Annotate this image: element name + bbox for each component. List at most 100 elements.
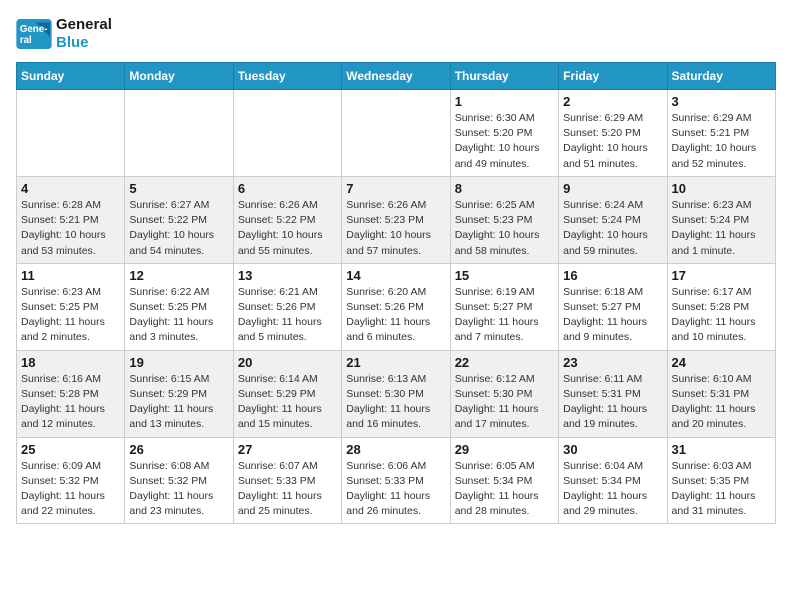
day-cell: 15 Sunrise: 6:19 AMSunset: 5:27 PMDayligh…: [450, 263, 558, 350]
day-number: 23: [563, 355, 662, 370]
day-number: 4: [21, 181, 120, 196]
day-cell: 16 Sunrise: 6:18 AMSunset: 5:27 PMDayligh…: [559, 263, 667, 350]
header-sunday: Sunday: [17, 63, 125, 90]
day-info: Sunrise: 6:15 AMSunset: 5:29 PMDaylight:…: [129, 372, 228, 433]
day-info: Sunrise: 6:09 AMSunset: 5:32 PMDaylight:…: [21, 459, 120, 520]
day-info: Sunrise: 6:29 AMSunset: 5:21 PMDaylight:…: [672, 111, 771, 172]
day-number: 25: [21, 442, 120, 457]
day-number: 14: [346, 268, 445, 283]
day-info: Sunrise: 6:19 AMSunset: 5:27 PMDaylight:…: [455, 285, 554, 346]
day-number: 24: [672, 355, 771, 370]
week-row-3: 18 Sunrise: 6:16 AMSunset: 5:28 PMDayligh…: [17, 350, 776, 437]
day-number: 18: [21, 355, 120, 370]
day-cell: [342, 90, 450, 177]
day-info: Sunrise: 6:16 AMSunset: 5:28 PMDaylight:…: [21, 372, 120, 433]
day-info: Sunrise: 6:21 AMSunset: 5:26 PMDaylight:…: [238, 285, 337, 346]
day-info: Sunrise: 6:11 AMSunset: 5:31 PMDaylight:…: [563, 372, 662, 433]
day-info: Sunrise: 6:18 AMSunset: 5:27 PMDaylight:…: [563, 285, 662, 346]
day-cell: 29 Sunrise: 6:05 AMSunset: 5:34 PMDayligh…: [450, 437, 558, 524]
day-cell: 18 Sunrise: 6:16 AMSunset: 5:28 PMDayligh…: [17, 350, 125, 437]
day-cell: 7Sunrise: 6:26 AMSunset: 5:23 PMDaylight…: [342, 176, 450, 263]
day-info: Sunrise: 6:12 AMSunset: 5:30 PMDaylight:…: [455, 372, 554, 433]
day-info: Sunrise: 6:30 AMSunset: 5:20 PMDaylight:…: [455, 111, 554, 172]
day-info: Sunrise: 6:28 AMSunset: 5:21 PMDaylight:…: [21, 198, 120, 259]
day-cell: 6 Sunrise: 6:26 AMSunset: 5:22 PMDaylight…: [233, 176, 341, 263]
week-row-0: 1 Sunrise: 6:30 AMSunset: 5:20 PMDaylight…: [17, 90, 776, 177]
day-number: 17: [672, 268, 771, 283]
header-monday: Monday: [125, 63, 233, 90]
day-number: 27: [238, 442, 337, 457]
day-info: Sunrise: 6:03 AMSunset: 5:35 PMDaylight:…: [672, 459, 771, 520]
header-saturday: Saturday: [667, 63, 775, 90]
day-info: Sunrise: 6:06 AMSunset: 5:33 PMDaylight:…: [346, 459, 445, 520]
day-cell: 12 Sunrise: 6:22 AMSunset: 5:25 PMDayligh…: [125, 263, 233, 350]
day-number: 19: [129, 355, 228, 370]
day-info: Sunrise: 6:13 AMSunset: 5:30 PMDaylight:…: [346, 372, 445, 433]
day-cell: 14 Sunrise: 6:20 AMSunset: 5:26 PMDayligh…: [342, 263, 450, 350]
day-info: Sunrise: 6:29 AMSunset: 5:20 PMDaylight:…: [563, 111, 662, 172]
day-number: 7: [346, 181, 445, 196]
day-info: Sunrise: 6:22 AMSunset: 5:25 PMDaylight:…: [129, 285, 228, 346]
logo: Gene- ral General Blue: [16, 16, 112, 52]
day-cell: 23 Sunrise: 6:11 AMSunset: 5:31 PMDayligh…: [559, 350, 667, 437]
day-info: Sunrise: 6:23 AMSunset: 5:25 PMDaylight:…: [21, 285, 120, 346]
day-number: 22: [455, 355, 554, 370]
logo-icon: Gene- ral: [16, 19, 52, 49]
week-row-4: 25 Sunrise: 6:09 AMSunset: 5:32 PMDayligh…: [17, 437, 776, 524]
day-cell: 2 Sunrise: 6:29 AMSunset: 5:20 PMDaylight…: [559, 90, 667, 177]
day-cell: 11 Sunrise: 6:23 AMSunset: 5:25 PMDayligh…: [17, 263, 125, 350]
day-number: 29: [455, 442, 554, 457]
day-info: Sunrise: 6:05 AMSunset: 5:34 PMDaylight:…: [455, 459, 554, 520]
day-cell: 19 Sunrise: 6:15 AMSunset: 5:29 PMDayligh…: [125, 350, 233, 437]
week-row-1: 4 Sunrise: 6:28 AMSunset: 5:21 PMDaylight…: [17, 176, 776, 263]
day-info: Sunrise: 6:08 AMSunset: 5:32 PMDaylight:…: [129, 459, 228, 520]
day-number: 12: [129, 268, 228, 283]
day-info: Sunrise: 6:10 AMSunset: 5:31 PMDaylight:…: [672, 372, 771, 433]
day-cell: 10 Sunrise: 6:23 AMSunset: 5:24 PMDayligh…: [667, 176, 775, 263]
day-cell: 4 Sunrise: 6:28 AMSunset: 5:21 PMDaylight…: [17, 176, 125, 263]
day-number: 28: [346, 442, 445, 457]
day-cell: 28 Sunrise: 6:06 AMSunset: 5:33 PMDayligh…: [342, 437, 450, 524]
day-number: 21: [346, 355, 445, 370]
day-cell: 22 Sunrise: 6:12 AMSunset: 5:30 PMDayligh…: [450, 350, 558, 437]
day-number: 31: [672, 442, 771, 457]
day-number: 20: [238, 355, 337, 370]
day-number: 1: [455, 94, 554, 109]
day-info: Sunrise: 6:23 AMSunset: 5:24 PMDaylight:…: [672, 198, 771, 259]
day-number: 11: [21, 268, 120, 283]
day-cell: [17, 90, 125, 177]
page-header: Gene- ral General Blue: [16, 16, 776, 52]
day-number: 5: [129, 181, 228, 196]
day-number: 26: [129, 442, 228, 457]
calendar-table: SundayMondayTuesdayWednesdayThursdayFrid…: [16, 62, 776, 524]
svg-text:Gene-: Gene-: [20, 24, 47, 35]
header-wednesday: Wednesday: [342, 63, 450, 90]
day-info: Sunrise: 6:04 AMSunset: 5:34 PMDaylight:…: [563, 459, 662, 520]
day-number: 30: [563, 442, 662, 457]
day-number: 10: [672, 181, 771, 196]
day-cell: 9Sunrise: 6:24 AMSunset: 5:24 PMDaylight…: [559, 176, 667, 263]
day-cell: [125, 90, 233, 177]
day-info: Sunrise: 6:25 AMSunset: 5:23 PMDaylight:…: [455, 198, 554, 259]
day-info: Sunrise: 6:26 AMSunset: 5:22 PMDaylight:…: [238, 198, 337, 259]
day-cell: 3Sunrise: 6:29 AMSunset: 5:21 PMDaylight…: [667, 90, 775, 177]
day-number: 15: [455, 268, 554, 283]
day-info: Sunrise: 6:17 AMSunset: 5:28 PMDaylight:…: [672, 285, 771, 346]
logo-text: General Blue: [56, 16, 112, 52]
day-cell: 8Sunrise: 6:25 AMSunset: 5:23 PMDaylight…: [450, 176, 558, 263]
day-cell: 24 Sunrise: 6:10 AMSunset: 5:31 PMDayligh…: [667, 350, 775, 437]
day-cell: 21 Sunrise: 6:13 AMSunset: 5:30 PMDayligh…: [342, 350, 450, 437]
day-number: 16: [563, 268, 662, 283]
day-cell: 5Sunrise: 6:27 AMSunset: 5:22 PMDaylight…: [125, 176, 233, 263]
day-number: 2: [563, 94, 662, 109]
day-cell: 25 Sunrise: 6:09 AMSunset: 5:32 PMDayligh…: [17, 437, 125, 524]
day-cell: 1 Sunrise: 6:30 AMSunset: 5:20 PMDaylight…: [450, 90, 558, 177]
week-row-2: 11 Sunrise: 6:23 AMSunset: 5:25 PMDayligh…: [17, 263, 776, 350]
svg-text:ral: ral: [20, 35, 32, 46]
day-info: Sunrise: 6:20 AMSunset: 5:26 PMDaylight:…: [346, 285, 445, 346]
day-cell: 20 Sunrise: 6:14 AMSunset: 5:29 PMDayligh…: [233, 350, 341, 437]
day-info: Sunrise: 6:14 AMSunset: 5:29 PMDaylight:…: [238, 372, 337, 433]
day-number: 9: [563, 181, 662, 196]
day-number: 6: [238, 181, 337, 196]
day-cell: 27Sunrise: 6:07 AMSunset: 5:33 PMDayligh…: [233, 437, 341, 524]
